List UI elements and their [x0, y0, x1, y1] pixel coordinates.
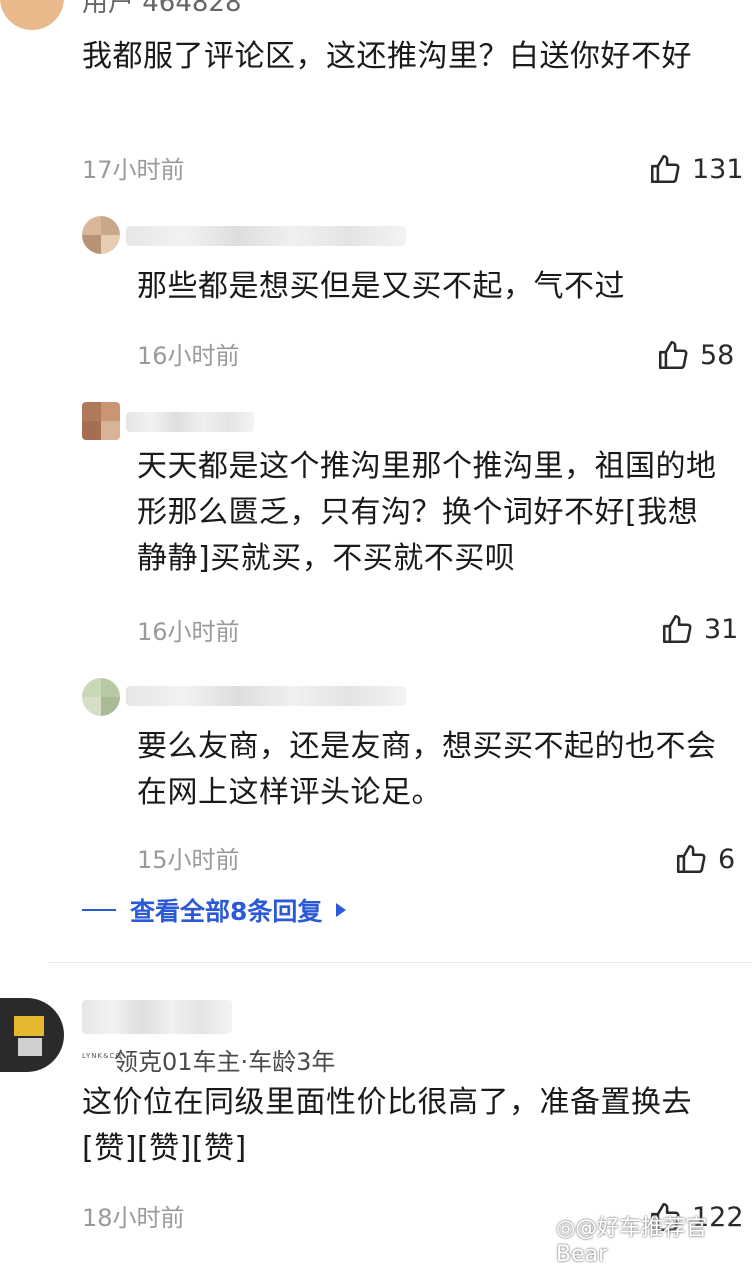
- reply-item: 天天都是这个推沟里那个推沟里，祖国的地形那么匮乏，只有沟？换个词好不好[我想静静…: [0, 396, 752, 666]
- reply-username-redacted[interactable]: [126, 412, 254, 432]
- reply-avatar[interactable]: [82, 216, 120, 254]
- top-comment-like-button[interactable]: 131: [648, 152, 744, 186]
- reply-like-button[interactable]: 6: [674, 842, 735, 876]
- reply-username-redacted[interactable]: [126, 226, 406, 246]
- reply-username-redacted[interactable]: [126, 686, 406, 706]
- top-comment-time: 17小时前: [82, 156, 185, 184]
- top-comment-like-count: 131: [692, 153, 744, 185]
- reply-item: 要么友商，还是友商，想买买不起的也不会在网上这样评头论足。 15小时前 6: [0, 672, 752, 892]
- comment-item: LYNK&CO 领克01车主·车龄3年 这价位在同级里面性价比很高了，准备置换去…: [0, 980, 752, 1244]
- reply-time: 16小时前: [137, 342, 240, 370]
- reply-text: 那些都是想买但是又买不起，气不过: [137, 269, 625, 304]
- top-comment: 用户 464828 我都服了评论区，这还推沟里？白送你好不好 17小时前 131: [0, 0, 752, 200]
- reply-time: 15小时前: [137, 846, 240, 874]
- reply-like-count: 58: [700, 339, 735, 371]
- view-all-replies-label: 查看全部8条回复: [130, 897, 323, 926]
- reply-like-count: 6: [718, 843, 736, 875]
- watermark-text: @好车推荐官Bear: [556, 1216, 708, 1267]
- divider-dash: [82, 909, 116, 911]
- reply-like-count: 31: [704, 613, 739, 645]
- reply-time: 16小时前: [137, 618, 240, 646]
- thumbs-up-icon: [674, 842, 708, 876]
- thumbs-up-icon: [648, 152, 682, 186]
- comment-text: 这价位在同级里面性价比很高了，准备置换去[赞][赞][赞]: [82, 1085, 692, 1166]
- thumbs-up-icon: [660, 612, 694, 646]
- watermark: ◎@好车推荐官Bear: [556, 1210, 752, 1267]
- reply-item: 那些都是想买但是又买不起，气不过 16小时前 58: [0, 210, 752, 390]
- top-comment-username[interactable]: 用户 464828: [82, 0, 242, 19]
- reply-avatar[interactable]: [82, 402, 120, 440]
- comment-time: 18小时前: [82, 1204, 185, 1232]
- comment-divider: [48, 962, 752, 963]
- weibo-logo-icon: ◎: [556, 1216, 576, 1241]
- top-comment-text: 我都服了评论区，这还推沟里？白送你好不好: [82, 39, 692, 74]
- reply-text: 要么友商，还是友商，想买买不起的也不会在网上这样评头论足。: [137, 729, 717, 810]
- owner-tag: 领克01车主·车龄3年: [114, 1048, 336, 1076]
- reply-like-button[interactable]: 31: [660, 612, 738, 646]
- comment-username-redacted[interactable]: [82, 1000, 232, 1034]
- triangle-right-icon: [336, 903, 347, 917]
- comment-avatar[interactable]: [0, 998, 64, 1072]
- reply-avatar[interactable]: [82, 678, 120, 716]
- reply-like-button[interactable]: 58: [656, 338, 734, 372]
- thumbs-up-icon: [656, 338, 690, 372]
- view-all-replies-link[interactable]: 查看全部8条回复: [82, 892, 347, 928]
- reply-text: 天天都是这个推沟里那个推沟里，祖国的地形那么匮乏，只有沟？换个词好不好[我想静静…: [137, 449, 717, 576]
- top-comment-avatar[interactable]: [0, 0, 64, 30]
